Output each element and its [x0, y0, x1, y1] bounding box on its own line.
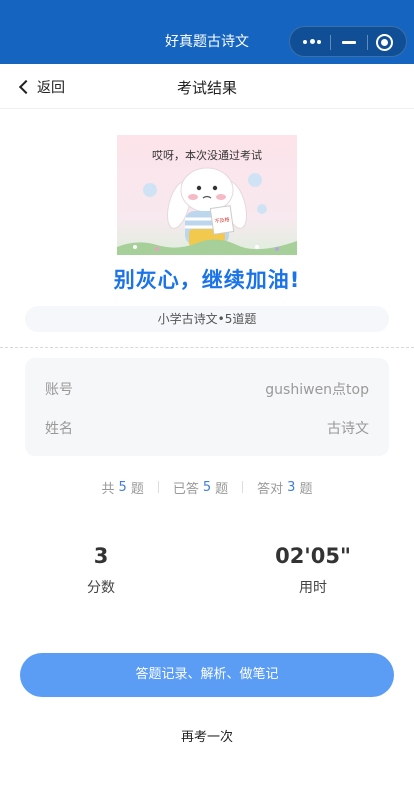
illustration-caption: 哎呀，本次没通过考试	[152, 148, 262, 162]
minimize-icon[interactable]	[342, 41, 356, 44]
correct-count: 3	[287, 479, 296, 495]
name-value: 古诗文	[327, 421, 369, 437]
answered-count: 5	[202, 479, 212, 495]
exam-subject-badge: 小学古诗文•5道题	[25, 306, 389, 332]
answered-prefix: 已答	[172, 481, 199, 497]
answer-records-button[interactable]: 答题记录、解析、做笔记	[20, 653, 394, 697]
retry-exam-button[interactable]: 再考一次	[0, 726, 414, 745]
score-label: 分数	[87, 580, 115, 596]
mini-program-capsule	[289, 26, 407, 57]
user-info-card: 账号 gushiwen点top 姓名 古诗文	[25, 358, 389, 456]
result-illustration: 哎呀，本次没通过考试 不及格	[117, 135, 297, 255]
app-titlebar: 好真题古诗文	[0, 0, 414, 64]
navbar: 返回 考试结果	[0, 64, 414, 109]
total-suffix: 题	[130, 481, 144, 497]
more-icon[interactable]	[303, 39, 323, 46]
account-row: 账号 gushiwen点top	[45, 379, 369, 399]
time-block: 02'05" 用时	[253, 544, 373, 597]
encouragement-message: 别灰心，继续加油!	[113, 268, 301, 292]
name-label: 姓名	[45, 421, 73, 437]
score-block: 3 分数	[41, 544, 161, 597]
account-value: gushiwen点top	[265, 382, 369, 398]
question-stats: 共 5 题 已答 5 题 答对 3 题	[0, 478, 414, 497]
correct-prefix: 答对	[257, 481, 284, 497]
total-prefix: 共	[101, 481, 115, 497]
divider	[0, 347, 414, 348]
account-label: 账号	[45, 382, 73, 398]
time-label: 用时	[299, 580, 327, 596]
answered-suffix: 题	[215, 481, 229, 497]
name-row: 姓名 古诗文	[45, 418, 369, 438]
total-count: 5	[118, 479, 127, 495]
page-title: 考试结果	[176, 79, 237, 97]
time-value: 02'05"	[275, 544, 351, 568]
correct-suffix: 题	[299, 481, 313, 497]
close-capsule-icon[interactable]	[376, 34, 393, 51]
score-value: 3	[93, 544, 109, 568]
